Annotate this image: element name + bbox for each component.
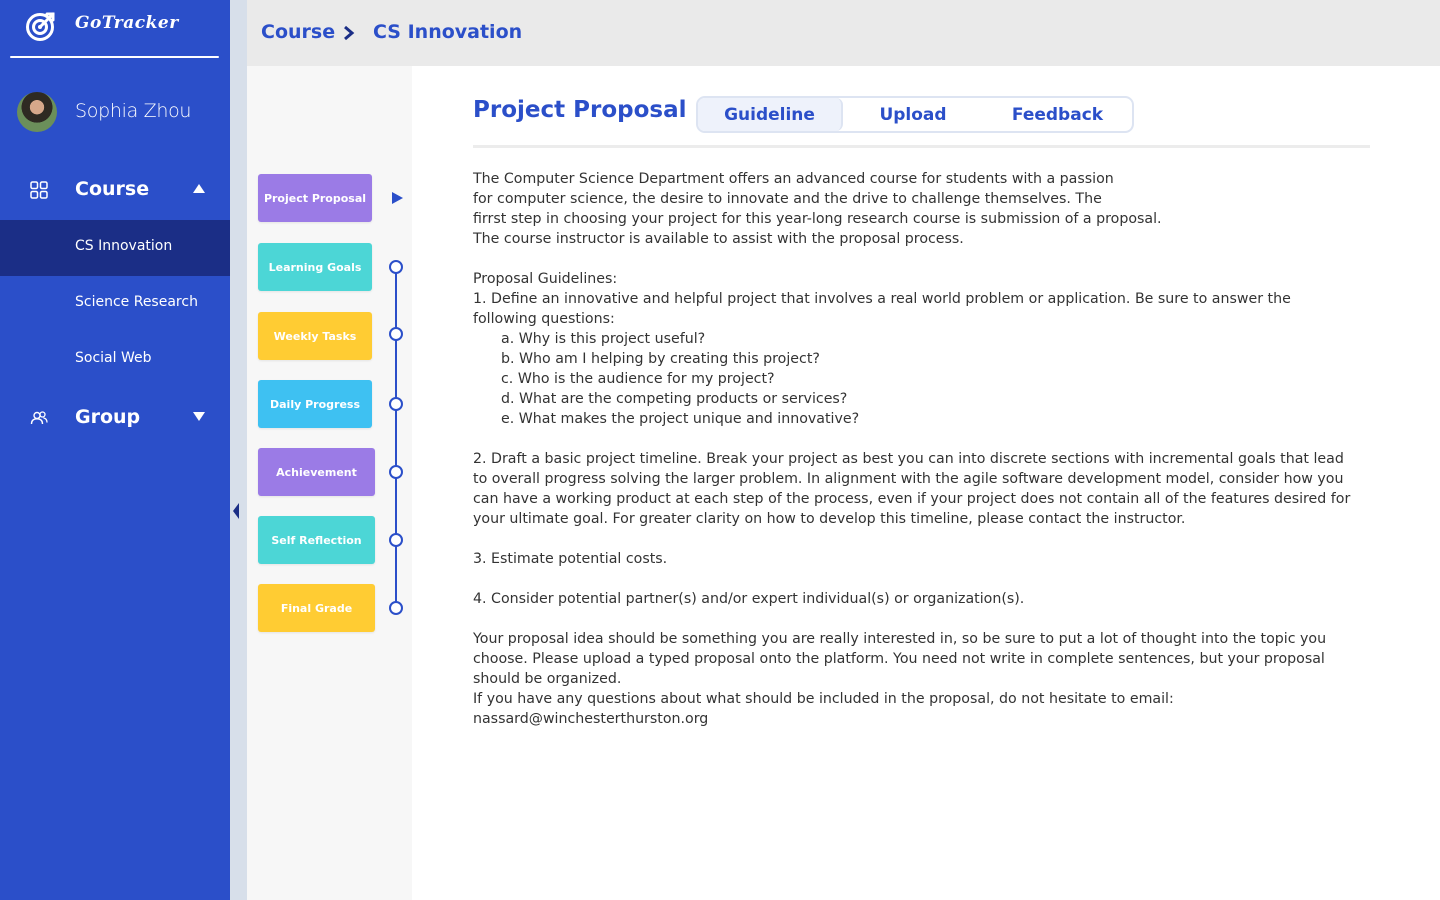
guideline-question: b. Who am I helping by creating this pro… xyxy=(501,351,820,367)
closing-line: If you have any questions about what sho… xyxy=(473,691,1174,707)
step-label: Learning Goals xyxy=(268,260,362,274)
guideline-item-1: following questions: xyxy=(473,311,615,327)
sidebar-item-label: Social Web xyxy=(75,350,152,366)
chevron-right-icon xyxy=(344,25,355,41)
sidebar-item-science-research[interactable]: Science Research xyxy=(0,276,230,332)
guideline-item-2: to overall progress solving the larger p… xyxy=(473,471,1344,487)
guideline-item-2: your ultimate goal. For greater clarity … xyxy=(473,511,1186,527)
tab-label: Guideline xyxy=(724,104,815,125)
guideline-document: The Computer Science Department offers a… xyxy=(473,169,1353,729)
users-icon xyxy=(30,411,48,425)
logo[interactable]: GoTracker xyxy=(0,0,230,58)
step-daily-progress[interactable]: Daily Progress xyxy=(258,380,372,428)
guideline-item-2: can have a working product at each step … xyxy=(473,491,1351,507)
intro-line: for computer science, the desire to inno… xyxy=(473,191,1102,207)
breadcrumb-course[interactable]: Course xyxy=(261,21,335,43)
timeline-dot xyxy=(389,533,403,547)
guideline-question: c. Who is the audience for my project? xyxy=(501,371,775,387)
sidebar-item-label: CS Innovation xyxy=(75,238,173,254)
user-profile[interactable]: Sophia Zhou xyxy=(0,92,230,132)
sidebar-item-label: Science Research xyxy=(75,294,198,310)
tab-label: Feedback xyxy=(1011,104,1104,125)
guideline-question: e. What makes the project unique and inn… xyxy=(501,411,860,427)
tab-feedback[interactable]: Feedback xyxy=(983,98,1132,131)
logo-divider xyxy=(10,56,219,58)
user-name: Sophia Zhou xyxy=(75,100,192,122)
step-label: Self Reflection xyxy=(271,533,362,547)
guideline-question: d. What are the competing products or se… xyxy=(501,391,848,407)
page-title: Project Proposal xyxy=(473,97,687,123)
target-logo-icon xyxy=(26,12,55,41)
timeline-dot xyxy=(389,327,403,341)
contact-email[interactable]: nassard@winchesterthurston.org xyxy=(473,709,1353,729)
step-label: Project Proposal xyxy=(263,191,367,205)
step-self-reflection[interactable]: Self Reflection xyxy=(258,516,375,564)
nav-course[interactable]: Course xyxy=(0,170,230,210)
intro-line: firrst step in choosing your project for… xyxy=(473,211,1162,227)
header: Course CS Innovation xyxy=(247,0,1440,66)
step-label: Achievement xyxy=(276,465,357,479)
tab-bar: Guideline Upload Feedback xyxy=(696,96,1134,133)
tab-upload[interactable]: Upload xyxy=(843,98,983,131)
step-label: Final Grade xyxy=(280,601,353,615)
step-learning-goals[interactable]: Learning Goals xyxy=(258,243,372,291)
intro-line: The course instructor is available to as… xyxy=(473,231,964,247)
sidebar-item-social-web[interactable]: Social Web xyxy=(0,332,230,388)
closing-line: Your proposal idea should be something y… xyxy=(473,631,1327,647)
avatar xyxy=(17,92,57,132)
grid-icon xyxy=(30,181,48,199)
guideline-item-2: 2. Draft a basic project timeline. Break… xyxy=(473,451,1344,467)
closing-line: choose. Please upload a typed proposal o… xyxy=(473,651,1325,667)
timeline-dot xyxy=(389,465,403,479)
steps-panel: Project Proposal Learning Goals Weekly T… xyxy=(247,66,412,900)
nav-course-label: Course xyxy=(75,178,150,200)
tab-guideline[interactable]: Guideline xyxy=(698,98,843,131)
timeline-line xyxy=(395,267,397,608)
title-divider xyxy=(473,145,1370,148)
caret-up-icon[interactable] xyxy=(193,184,205,193)
guideline-item-1: 1. Define an innovative and helpful proj… xyxy=(473,291,1291,307)
step-label: Daily Progress xyxy=(270,397,360,411)
main-content: Project Proposal Guideline Upload Feedba… xyxy=(412,66,1440,900)
guideline-question: a. Why is this project useful? xyxy=(501,331,706,347)
current-step-arrow-icon xyxy=(392,192,403,204)
timeline-dot xyxy=(389,397,403,411)
guideline-item-3: 3. Estimate potential costs. xyxy=(473,551,668,567)
guidelines-heading: Proposal Guidelines: xyxy=(473,271,618,287)
nav-group[interactable]: Group xyxy=(0,398,230,438)
timeline-dot xyxy=(389,601,403,615)
guideline-item-4: 4. Consider potential partner(s) and/or … xyxy=(473,591,1025,607)
sidebar: GoTracker Sophia Zhou Course CS Innovati… xyxy=(0,0,230,900)
timeline-dot xyxy=(389,260,403,274)
sidebar-item-cs-innovation[interactable]: CS Innovation xyxy=(0,220,230,276)
step-final-grade[interactable]: Final Grade xyxy=(258,584,375,632)
tab-label: Upload xyxy=(879,104,947,125)
step-label: Weekly Tasks xyxy=(273,329,357,343)
step-weekly-tasks[interactable]: Weekly Tasks xyxy=(258,312,372,360)
step-achievement[interactable]: Achievement xyxy=(258,448,375,496)
intro-line: The Computer Science Department offers a… xyxy=(473,171,1114,187)
caret-down-icon[interactable] xyxy=(193,412,205,421)
nav-group-label: Group xyxy=(75,406,141,428)
breadcrumb-cs-innovation[interactable]: CS Innovation xyxy=(373,21,522,43)
step-project-proposal[interactable]: Project Proposal xyxy=(258,174,372,222)
sidebar-collapse-strip xyxy=(230,0,247,900)
app-name: GoTracker xyxy=(75,13,179,33)
collapse-sidebar-icon[interactable] xyxy=(233,503,239,519)
closing-line: should be organized. xyxy=(473,671,622,687)
